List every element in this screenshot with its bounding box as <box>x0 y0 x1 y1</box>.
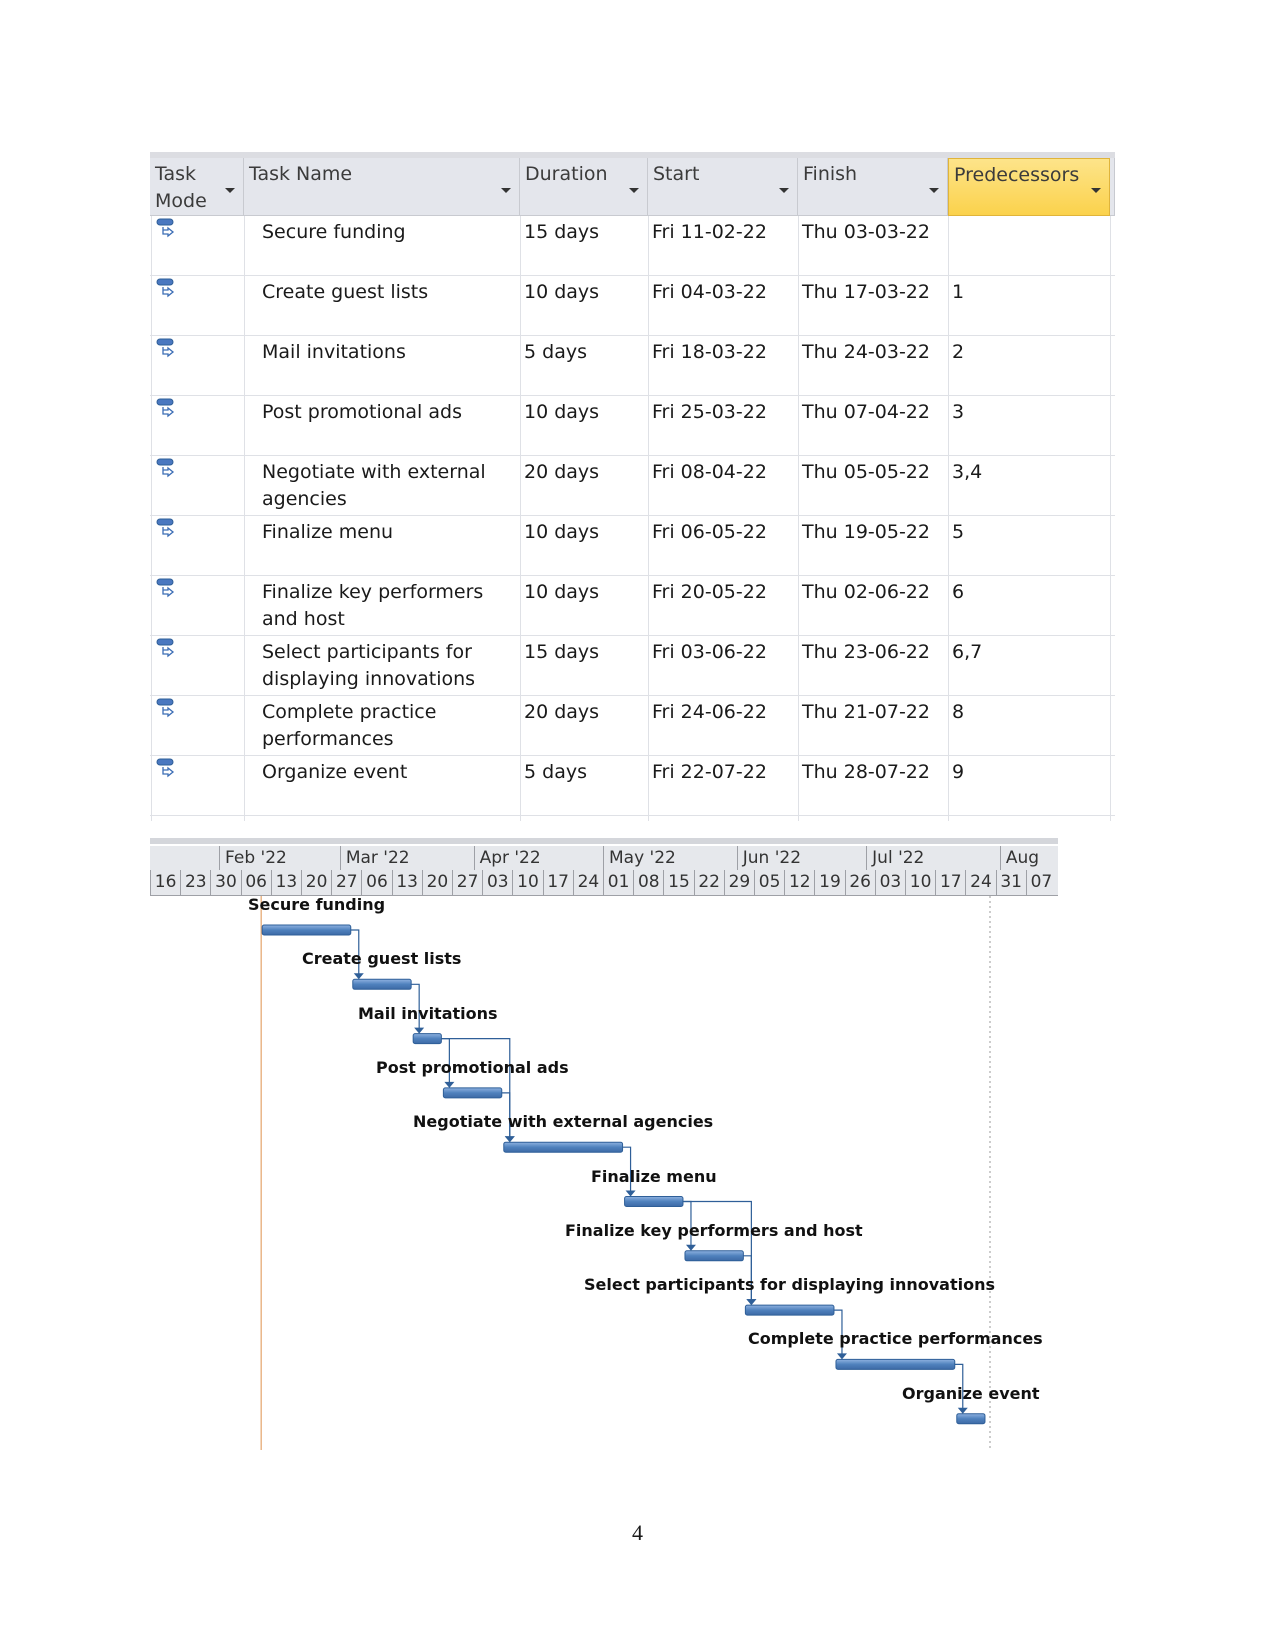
gantt-bar[interactable] <box>684 1250 744 1262</box>
gantt-bar-label: Negotiate with external agencies <box>413 1112 714 1132</box>
dependency-arrow-icon <box>746 1299 757 1306</box>
gantt-bar-label: Post promotional ads <box>376 1057 569 1077</box>
dependency-arrow-icon <box>957 1407 968 1414</box>
dependency-arrow-icon <box>414 1027 425 1034</box>
gantt-bar[interactable] <box>744 1304 835 1316</box>
dependency-arrow-icon <box>625 1190 636 1197</box>
gantt-bar[interactable] <box>835 1358 956 1370</box>
gantt-bar-label: Secure funding <box>248 895 386 914</box>
dependency-arrow-icon <box>836 1353 847 1360</box>
gantt-bar[interactable] <box>412 1033 442 1045</box>
gantt-bar-label: Select participants for displaying innov… <box>584 1275 996 1295</box>
dependency-arrow-icon <box>444 1081 455 1088</box>
gantt-chart <box>260 896 991 1450</box>
gantt-bar[interactable] <box>352 978 412 990</box>
gantt-bar[interactable] <box>261 924 352 936</box>
dependency-arrow-icon <box>685 1244 696 1251</box>
gantt-bar-label: Finalize key performers and host <box>565 1220 863 1240</box>
gantt-bar[interactable] <box>956 1413 986 1425</box>
gantt-bar-label: Organize event <box>902 1383 1040 1403</box>
dependency-arrow-icon <box>353 973 364 980</box>
gantt-bar-label: Create guest lists <box>302 949 462 969</box>
gantt-bar[interactable] <box>503 1141 624 1153</box>
gantt-bar[interactable] <box>442 1087 503 1099</box>
gantt-bar-label: Finalize menu <box>591 1166 717 1186</box>
gantt-bar-label: Mail invitations <box>358 1003 498 1023</box>
dependency-arrow-icon <box>504 1136 515 1143</box>
gantt-bar[interactable] <box>624 1196 684 1207</box>
page-number: 4 <box>632 1520 643 1545</box>
gantt-bar-label: Complete practice performances <box>748 1329 1043 1349</box>
